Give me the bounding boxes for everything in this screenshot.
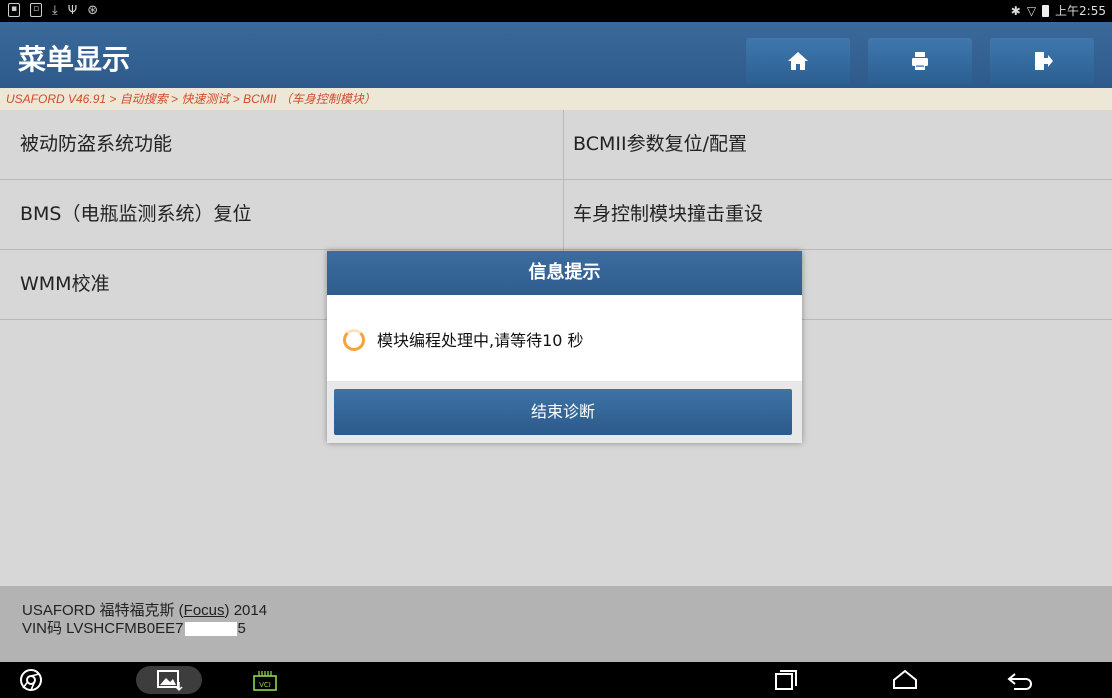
loading-spinner-icon — [343, 329, 365, 351]
dialog-footer: 结束诊断 — [327, 381, 802, 443]
dialog-body: 模块编程处理中,请等待10 秒 — [327, 295, 802, 381]
dialog-message: 模块编程处理中,请等待10 秒 — [377, 331, 584, 350]
modal-overlay: 信息提示 模块编程处理中,请等待10 秒 结束诊断 — [0, 0, 1112, 698]
dialog-title: 信息提示 — [327, 251, 802, 295]
end-diagnosis-button[interactable]: 结束诊断 — [334, 389, 792, 435]
info-dialog: 信息提示 模块编程处理中,请等待10 秒 结束诊断 — [327, 251, 802, 443]
